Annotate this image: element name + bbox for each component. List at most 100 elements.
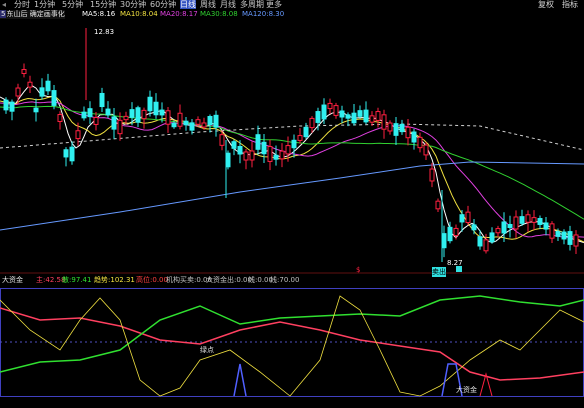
candle-body <box>387 122 393 132</box>
indicator-value-label: 散: <box>62 276 72 284</box>
candle-body <box>555 231 561 237</box>
candle-body <box>549 223 555 239</box>
candle-body <box>213 114 219 128</box>
candle-body <box>543 222 549 230</box>
candle-body <box>519 216 525 224</box>
candle-body <box>477 236 483 247</box>
indicator-value-item: 线:70.00 <box>270 275 299 285</box>
indicator-name[interactable]: 大资金 <box>2 275 23 285</box>
indicator-value-label: 高位: <box>136 276 153 284</box>
candle-body <box>447 226 453 242</box>
candle-body <box>567 231 573 245</box>
candle-body <box>321 104 327 120</box>
indicator-value-label: 线: <box>248 276 258 284</box>
candle-body <box>21 69 27 74</box>
candle-body <box>111 116 117 130</box>
candle-body <box>417 136 423 149</box>
candle-body <box>315 111 321 123</box>
indicator-value-number: 70.00 <box>279 276 300 284</box>
candle-body <box>63 149 69 158</box>
candle-body <box>435 200 441 210</box>
sell-marker[interactable]: 卖出 <box>432 267 446 277</box>
candle-body <box>183 120 189 126</box>
candle-body <box>3 99 9 111</box>
candle-body <box>15 87 21 97</box>
indicator-value-number: 97.41 <box>71 276 92 284</box>
indicator-value-label: 线: <box>270 276 280 284</box>
candle-body <box>171 122 177 128</box>
indicator-annotation-1: 绿点 <box>200 346 214 354</box>
indicator-annotation-2: 大资金 <box>456 386 477 394</box>
low-price-label: 8.27 <box>447 259 463 267</box>
candle-body <box>225 152 231 168</box>
candle-body <box>87 108 93 118</box>
candle-body <box>495 228 501 234</box>
indicator-value-label: 主: <box>36 276 46 284</box>
candle-body <box>537 218 543 225</box>
candle-body <box>351 112 357 124</box>
indicator-value-label: 机构买卖: <box>166 276 197 284</box>
candle-body <box>81 111 87 119</box>
candle-body <box>129 109 135 118</box>
candle-body <box>219 134 225 146</box>
candle-body <box>57 114 63 122</box>
candle-body <box>465 211 471 224</box>
candle-body <box>159 109 165 116</box>
candle-body <box>177 112 183 127</box>
candle-body <box>411 131 417 143</box>
candle-body <box>153 101 159 116</box>
chart-canvas[interactable]: $ <box>0 0 584 408</box>
candle-body <box>453 227 459 237</box>
candle-body <box>33 107 39 113</box>
candle-body <box>27 81 33 88</box>
candle-body <box>117 119 123 135</box>
candle-body <box>93 117 99 125</box>
candle-body <box>345 114 351 119</box>
candle-body <box>513 216 519 230</box>
candle-body <box>303 126 309 138</box>
candle-body <box>45 80 51 92</box>
candle-body <box>459 214 465 223</box>
candle-body <box>255 134 261 150</box>
indicator-legend-bar: 大资金 主:42.58 散:97.41 趋势:102.31 高位:0.00 机构买卖:0.… <box>0 275 584 286</box>
indicator-trend-line <box>0 295 584 397</box>
candle-body <box>201 122 207 128</box>
candle-body <box>189 122 195 131</box>
candle-body <box>267 146 273 162</box>
candle-body <box>291 139 297 149</box>
candle-body <box>141 109 147 120</box>
high-price-label: 12.83 <box>94 28 115 36</box>
candle-body <box>327 102 333 110</box>
candle-body <box>489 232 495 243</box>
indicator-value-label: 趋势: <box>94 276 111 284</box>
candle-body <box>441 233 447 249</box>
candle-body <box>429 168 435 182</box>
candle-body <box>423 144 429 156</box>
candle-body <box>561 231 567 240</box>
indicator-retail-line <box>0 295 584 373</box>
candle-body <box>381 114 387 130</box>
candle-body <box>525 214 531 223</box>
candle-body <box>231 141 237 149</box>
candle-body <box>207 116 213 125</box>
candle-body <box>273 154 279 160</box>
candle-body <box>369 115 375 123</box>
candle-body <box>309 117 315 129</box>
candle-body <box>375 111 381 121</box>
candle-body <box>165 110 171 125</box>
candle-body <box>393 123 399 136</box>
candle-body <box>297 135 303 141</box>
candle-body <box>573 234 579 247</box>
candle-body <box>195 119 201 125</box>
candle-body <box>501 221 507 234</box>
candle-body <box>99 92 105 108</box>
indicator-value-item: 主:42.58 <box>36 275 65 285</box>
ma10-line <box>0 95 584 243</box>
candle-body <box>507 223 513 229</box>
candle-body <box>471 224 477 231</box>
indicator-value-number: 102.31 <box>110 276 135 284</box>
indicator-value-item: 高位:0.00 <box>136 275 168 285</box>
candle-body <box>123 115 129 121</box>
candle-body <box>483 239 489 252</box>
candle-body <box>285 145 291 155</box>
